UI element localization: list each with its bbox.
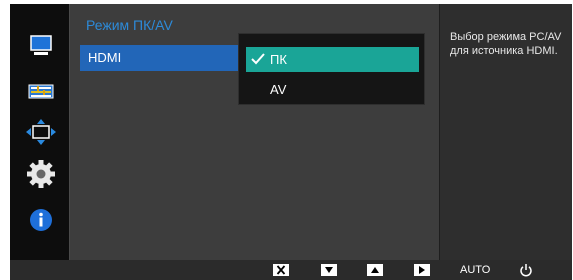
adjust-sliders-icon[interactable]: [23, 76, 59, 108]
button-guide-bar: AUTO: [10, 260, 572, 280]
settings-panel: Режим ПК/AV HDMI ПК AV: [69, 4, 440, 260]
checkmark-icon: [251, 53, 265, 65]
mode-dropdown: ПК AV: [238, 33, 425, 105]
menu-item-label: HDMI: [88, 50, 122, 65]
osd-menu: Режим ПК/AV HDMI ПК AV Выбор режима PC/A…: [10, 4, 572, 260]
monitor-icon[interactable]: [23, 30, 59, 62]
help-text: Выбор режима PC/AV для источника HDMI.: [450, 31, 562, 57]
sidebar: [10, 4, 69, 260]
dropdown-option-label: ПК: [270, 52, 287, 67]
arrow-up-icon[interactable]: [367, 264, 383, 276]
panel-title: Режим ПК/AV: [86, 17, 173, 33]
power-icon[interactable]: [519, 263, 533, 277]
settings-gear-icon[interactable]: [23, 158, 59, 190]
arrow-down-icon[interactable]: [321, 264, 337, 276]
dropdown-option-av[interactable]: AV: [246, 77, 419, 102]
help-panel: Выбор режима PC/AV для источника HDMI.: [440, 4, 572, 260]
arrow-right-icon[interactable]: [414, 264, 430, 276]
screen-position-icon[interactable]: [23, 116, 59, 148]
dropdown-option-pc[interactable]: ПК: [246, 47, 419, 72]
info-icon[interactable]: [23, 204, 59, 236]
close-icon[interactable]: [273, 264, 289, 276]
menu-item-hdmi[interactable]: HDMI: [80, 45, 240, 71]
auto-button[interactable]: AUTO: [460, 264, 490, 278]
dropdown-option-label: AV: [270, 82, 287, 97]
